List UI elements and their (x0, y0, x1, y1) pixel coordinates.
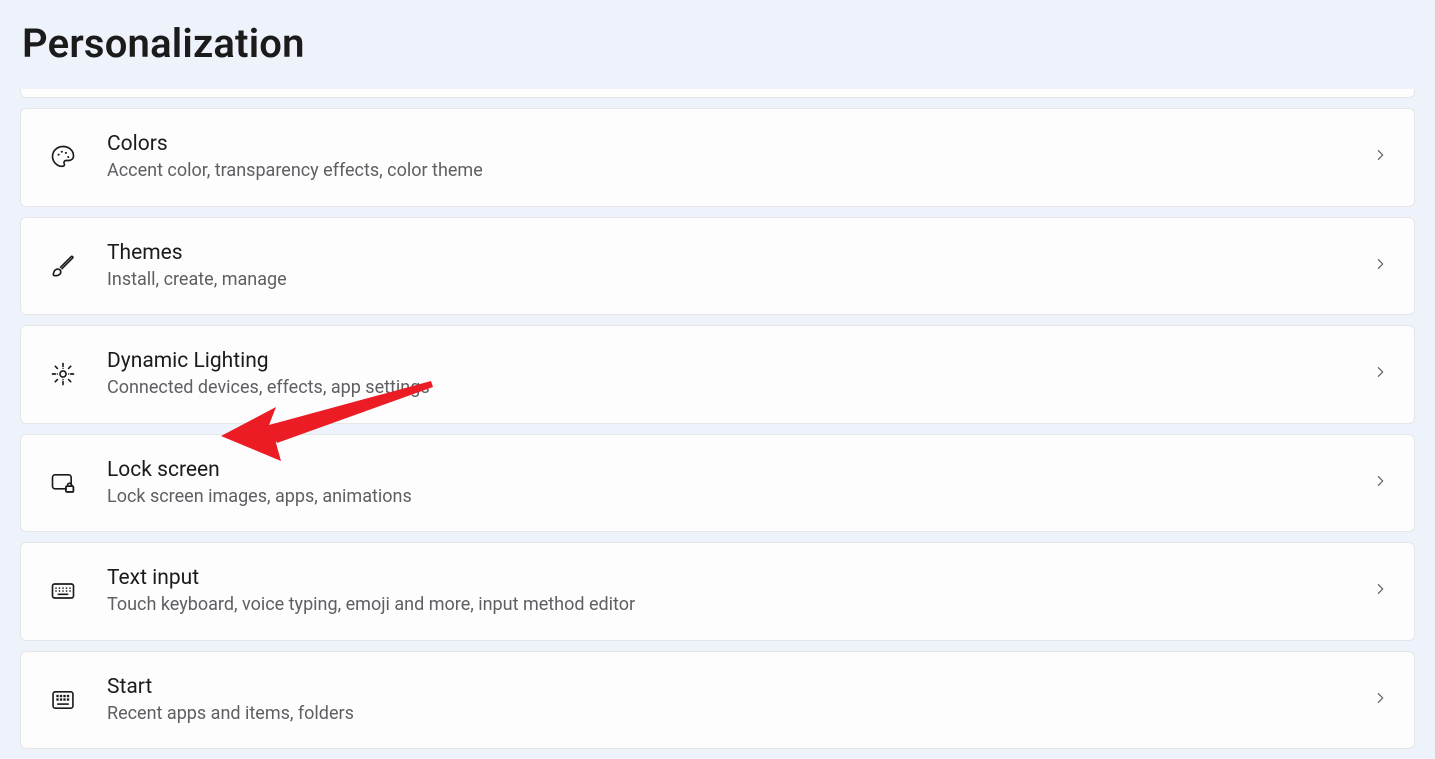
settings-item-subtitle: Accent color, transparency effects, colo… (107, 159, 1356, 183)
start-grid-icon (47, 684, 79, 716)
chevron-right-icon (1372, 581, 1388, 601)
chevron-right-icon (1372, 690, 1388, 710)
settings-item-title: Themes (107, 240, 1356, 266)
brush-icon (47, 250, 79, 282)
settings-item-subtitle: Install, create, manage (107, 268, 1356, 292)
chevron-right-icon (1372, 473, 1388, 493)
page-title: Personalization (22, 20, 1415, 67)
settings-item-subtitle: Lock screen images, apps, animations (107, 485, 1356, 509)
settings-item-title: Text input (107, 565, 1356, 591)
settings-item-dynamic-lighting[interactable]: Dynamic Lighting Connected devices, effe… (20, 325, 1415, 424)
settings-item-subtitle: Connected devices, effects, app settings (107, 376, 1356, 400)
settings-item-text-input[interactable]: Text input Touch keyboard, voice typing,… (20, 542, 1415, 641)
settings-item-start[interactable]: Start Recent apps and items, folders (20, 651, 1415, 750)
palette-icon (47, 141, 79, 173)
settings-item-title: Dynamic Lighting (107, 348, 1356, 374)
settings-item-subtitle: Touch keyboard, voice typing, emoji and … (107, 593, 1356, 617)
keyboard-icon (47, 575, 79, 607)
chevron-right-icon (1372, 364, 1388, 384)
chevron-right-icon (1372, 147, 1388, 167)
settings-item-title: Start (107, 674, 1356, 700)
lock-screen-icon (47, 467, 79, 499)
settings-item-title: Colors (107, 131, 1356, 157)
chevron-right-icon (1372, 256, 1388, 276)
settings-item-lock-screen[interactable]: Lock screen Lock screen images, apps, an… (20, 434, 1415, 533)
sparkle-icon (47, 358, 79, 390)
settings-item-themes[interactable]: Themes Install, create, manage (20, 217, 1415, 316)
settings-item-title: Lock screen (107, 457, 1356, 483)
settings-item-colors[interactable]: Colors Accent color, transparency effect… (20, 108, 1415, 207)
settings-item-subtitle: Recent apps and items, folders (107, 702, 1356, 726)
previous-card-peek (20, 89, 1415, 98)
